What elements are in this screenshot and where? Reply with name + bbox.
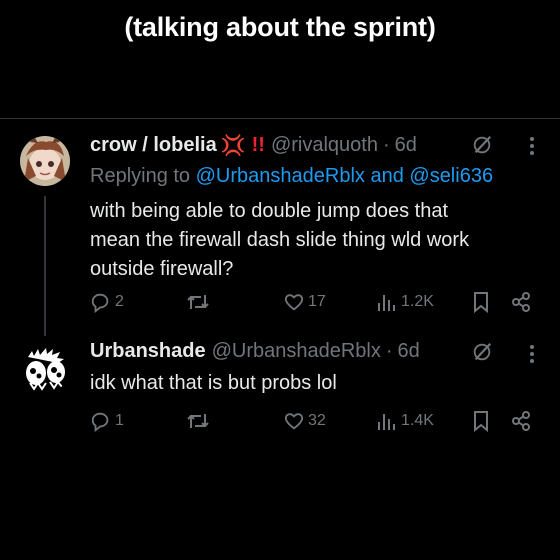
like-button[interactable]: 32 [283, 410, 326, 432]
bookmark-button[interactable] [472, 410, 490, 432]
bookmark-icon [474, 292, 488, 313]
like-count: 17 [308, 293, 326, 310]
reply-icon [91, 293, 109, 313]
views-button[interactable]: 1.2K [376, 291, 434, 313]
reply-icon [91, 412, 109, 432]
name-suffix: !! [251, 134, 265, 156]
tweet-text-line: idk what that is but probs lol [90, 372, 337, 394]
separator-dot: · [385, 340, 393, 362]
views-icon [378, 414, 395, 430]
thread-line [44, 196, 46, 336]
tweet-header: crow / lobelia 💢 !! @rivalquoth · 6d [90, 133, 417, 158]
timestamp[interactable]: 6d [398, 340, 420, 363]
views-button[interactable]: 1.4K [376, 410, 434, 432]
replying-users-link[interactable]: @UrbanshadeRblx and @seli636 [196, 165, 493, 187]
tweet-text: with being able to double jump does that… [90, 197, 530, 284]
share-icon [512, 292, 530, 312]
reply-count: 1 [115, 412, 124, 429]
divider [0, 118, 560, 119]
anger-emoji-icon: 💢 [220, 135, 246, 157]
view-count: 1.4K [401, 412, 434, 429]
share-icon [512, 411, 530, 431]
reply-count: 2 [115, 293, 124, 310]
grok-icon[interactable] [471, 341, 493, 363]
bookmark-icon [474, 411, 488, 432]
share-button[interactable] [510, 410, 532, 432]
timestamp[interactable]: 6d [395, 134, 417, 157]
caption: (talking about the sprint) [124, 12, 436, 42]
retweet-button[interactable] [186, 291, 213, 313]
replying-to: Replying to @UrbanshadeRblx and @seli636 [90, 165, 493, 188]
avatar[interactable] [20, 343, 70, 393]
reply-button[interactable]: 2 [90, 291, 124, 313]
tweet-header: Urbanshade @UrbanshadeRblx · 6d [90, 340, 420, 363]
more-icon[interactable] [522, 135, 542, 157]
tweet-text-line: with being able to double jump does that [90, 200, 449, 222]
views-icon [378, 295, 395, 311]
view-count: 1.2K [401, 293, 434, 310]
display-name[interactable]: Urbanshade [90, 340, 206, 363]
tweet-text: idk what that is but probs lol [90, 369, 530, 398]
handle[interactable]: @UrbanshadeRblx [212, 340, 381, 363]
heart-icon [284, 294, 304, 311]
tweet-text-line: outside firewall? [90, 258, 234, 280]
replying-prefix: Replying to [90, 165, 191, 187]
display-name[interactable]: crow / lobelia [90, 134, 217, 157]
share-button[interactable] [510, 291, 532, 313]
avatar[interactable] [20, 136, 70, 186]
retweet-icon [187, 414, 209, 428]
more-icon[interactable] [522, 343, 542, 365]
heart-icon [284, 413, 304, 430]
tweet-text-line: mean the firewall dash slide thing wld w… [90, 229, 470, 251]
retweet-button[interactable] [186, 410, 213, 432]
grok-icon[interactable] [471, 134, 493, 156]
like-count: 32 [308, 412, 326, 429]
like-button[interactable]: 17 [283, 291, 326, 313]
handle[interactable]: @rivalquoth [271, 134, 378, 157]
bookmark-button[interactable] [472, 291, 490, 313]
separator-dot: · [382, 134, 390, 156]
reply-button[interactable]: 1 [90, 410, 124, 432]
retweet-icon [187, 295, 209, 309]
